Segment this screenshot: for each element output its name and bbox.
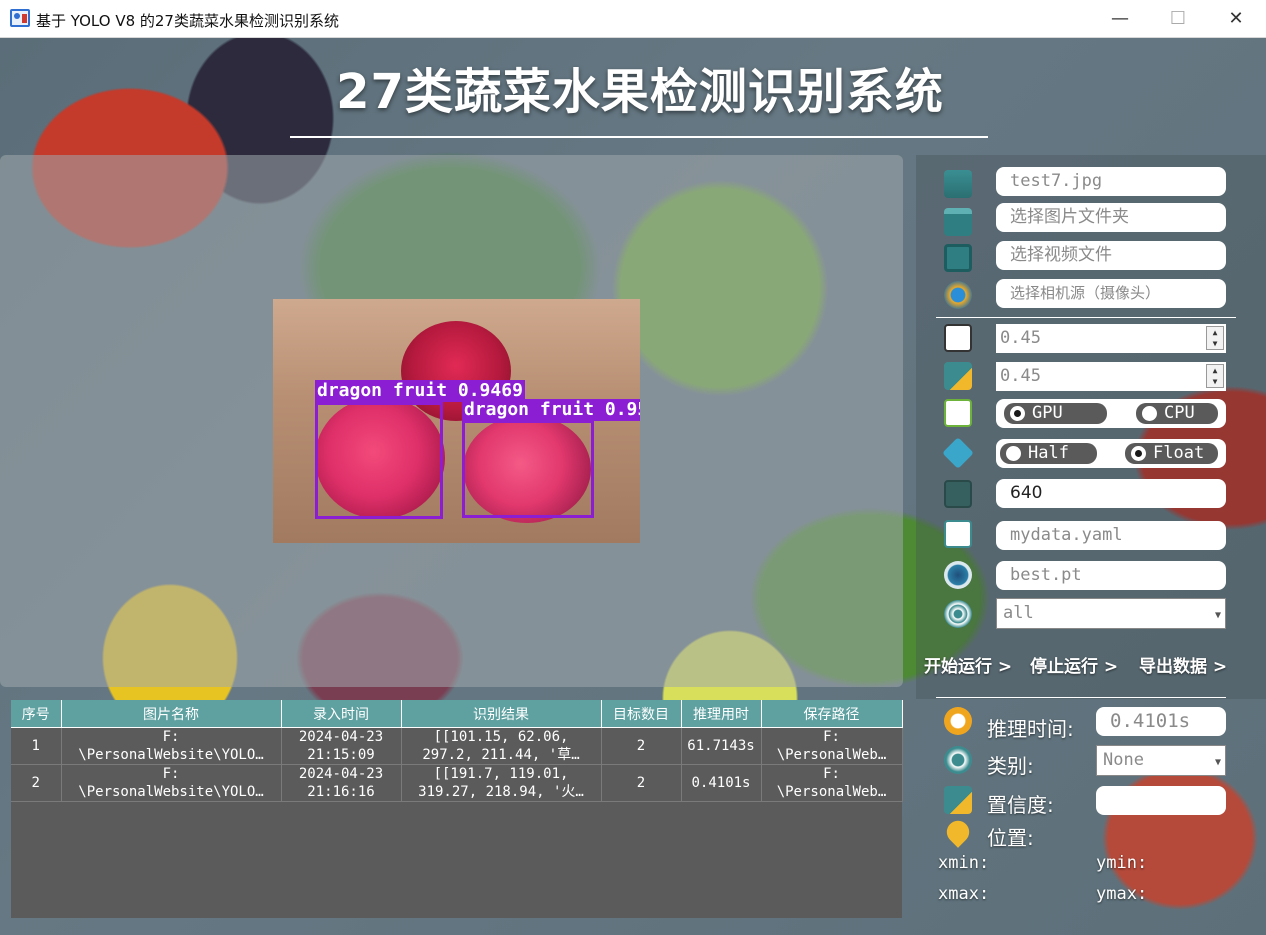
- iou-value: 0.45: [1000, 366, 1041, 386]
- app-title: 27类蔬菜水果检测识别系统: [336, 64, 944, 120]
- class-select[interactable]: None ▼: [1096, 745, 1226, 776]
- cpu-radio[interactable]: CPU: [1136, 403, 1218, 424]
- col-header-target-count[interactable]: 目标数目: [601, 700, 682, 728]
- table-cell: 61.7143s: [687, 738, 755, 754]
- confidence-label: 置信度:: [987, 793, 1054, 817]
- half-radio-label: Half: [1028, 443, 1069, 463]
- gpu-radio-dot: [1010, 406, 1025, 421]
- maximize-button[interactable]: ☐: [1149, 0, 1207, 38]
- class-icon: [944, 746, 972, 774]
- table-cell: 0.4101s: [691, 775, 751, 791]
- stop-button[interactable]: 停止运行 >: [1030, 652, 1118, 677]
- image-size-icon: [944, 480, 972, 508]
- video-icon[interactable]: [944, 244, 972, 272]
- col-header-result[interactable]: 识别结果: [401, 700, 602, 728]
- table-cell: 2024-04-23 21:15:09: [298, 729, 384, 763]
- separator: [936, 697, 1226, 698]
- detection-result-image: dragon fruit 0.9469 dragon fruit 0.95: [273, 299, 640, 543]
- image-file-input[interactable]: test7.jpg: [996, 167, 1226, 196]
- window-title: 基于 YOLO V8 的27类蔬菜水果检测识别系统: [36, 12, 339, 30]
- table-row[interactable]: 2 F: \PersonalWebsite\YOLO… 2024-04-23 2…: [11, 764, 903, 802]
- position-label: 位置:: [987, 826, 1034, 850]
- weights-icon[interactable]: [944, 561, 972, 589]
- class-filter-select[interactable]: all ▼: [996, 598, 1226, 629]
- confidence-spinbox[interactable]: 0.45 ▲ ▼: [996, 324, 1226, 353]
- data-yaml-input[interactable]: mydata.yaml: [996, 521, 1226, 550]
- col-header-image-name[interactable]: 图片名称: [61, 700, 282, 728]
- infer-time-label: 推理时间:: [987, 717, 1074, 741]
- table-row[interactable]: 1 F: \PersonalWebsite\YOLO… 2024-04-23 2…: [11, 727, 903, 765]
- class-select-value: None: [1103, 750, 1144, 770]
- col-header-index[interactable]: 序号: [11, 700, 62, 728]
- detection-box-2: [462, 420, 594, 518]
- xmin-label: xmin:: [938, 853, 990, 873]
- confidence-info-icon: [944, 786, 972, 814]
- chevron-down-icon: ▼: [1214, 757, 1221, 768]
- detection-label-2: dragon fruit 0.95: [462, 399, 640, 421]
- nvidia-gpu-icon: [944, 399, 972, 427]
- chevron-down-icon: ▼: [1214, 610, 1221, 621]
- image-size-input[interactable]: 640: [996, 479, 1226, 508]
- target-icon: [944, 600, 972, 628]
- xmax-label: xmax:: [938, 884, 990, 904]
- iou-stepper[interactable]: ▲ ▼: [1206, 364, 1224, 388]
- timer-icon: [944, 707, 972, 735]
- start-button[interactable]: 开始运行 >: [924, 652, 1012, 677]
- confidence-value-field: [1096, 786, 1226, 815]
- device-radio-group: GPU CPU: [996, 399, 1226, 428]
- table-cell: 2: [636, 775, 646, 791]
- class-label: 类别:: [987, 754, 1034, 778]
- app-icon: [10, 9, 30, 27]
- table-cell: F: \PersonalWebsite\YOLO…: [78, 766, 264, 800]
- table-cell: F: \PersonalWeb…: [776, 729, 887, 763]
- table-cell: 2024-04-23 21:16:16: [298, 766, 384, 800]
- video-file-input[interactable]: 选择视频文件: [996, 241, 1226, 270]
- gpu-radio[interactable]: GPU: [1004, 403, 1107, 424]
- table-cell: [[191.7, 119.01, 319.27, 218.94, '火…: [418, 766, 584, 800]
- title-underline: [290, 136, 988, 138]
- col-header-save-path[interactable]: 保存路径: [761, 700, 903, 728]
- table-cell: F: \PersonalWeb…: [776, 766, 887, 800]
- iou-spinbox[interactable]: 0.45 ▲ ▼: [996, 362, 1226, 391]
- table-header-row: 序号 图片名称 录入时间 识别结果 目标数目 推理用时 保存路径: [11, 700, 903, 728]
- cpu-radio-label: CPU: [1164, 403, 1195, 423]
- precision-radio-group: Half Float: [996, 439, 1226, 468]
- image-file-icon[interactable]: [944, 170, 972, 198]
- float-radio-dot: [1131, 446, 1146, 461]
- half-radio[interactable]: Half: [1000, 443, 1097, 464]
- folder-icon[interactable]: [944, 208, 972, 236]
- export-button[interactable]: 导出数据 >: [1139, 652, 1227, 677]
- table-cell: 2: [636, 738, 646, 754]
- half-radio-dot: [1006, 446, 1021, 461]
- float-radio-label: Float: [1153, 443, 1205, 463]
- ymax-label: ymax:: [1096, 884, 1148, 904]
- table-cell: 1: [31, 738, 40, 754]
- cpu-radio-dot: [1142, 406, 1157, 421]
- detection-box-1: [315, 402, 443, 519]
- confidence-icon: [944, 324, 972, 352]
- confidence-stepper[interactable]: ▲ ▼: [1206, 326, 1224, 350]
- camera-icon[interactable]: [944, 281, 972, 309]
- iou-icon: [944, 362, 972, 390]
- separator: [936, 317, 1236, 318]
- minimize-button[interactable]: —: [1091, 0, 1149, 38]
- table-cell: F: \PersonalWebsite\YOLO…: [78, 729, 264, 763]
- col-header-infer-time[interactable]: 推理用时: [681, 700, 762, 728]
- title-bar: 基于 YOLO V8 的27类蔬菜水果检测识别系统 — ☐ ✕: [0, 0, 1266, 38]
- float-radio[interactable]: Float: [1125, 443, 1218, 464]
- close-button[interactable]: ✕: [1207, 0, 1265, 38]
- weights-input[interactable]: best.pt: [996, 561, 1226, 590]
- image-folder-input[interactable]: 选择图片文件夹: [996, 203, 1226, 232]
- infer-time-value: 0.4101s: [1096, 707, 1226, 736]
- confidence-value: 0.45: [1000, 328, 1041, 348]
- camera-input[interactable]: 选择相机源（摄像头）: [996, 279, 1226, 308]
- results-table[interactable]: 序号 图片名称 录入时间 识别结果 目标数目 推理用时 保存路径 1 F: \P…: [11, 700, 903, 918]
- gpu-radio-label: GPU: [1032, 403, 1063, 423]
- table-cell: 2: [31, 775, 40, 791]
- col-header-entry-time[interactable]: 录入时间: [281, 700, 402, 728]
- class-filter-value: all: [1003, 603, 1034, 623]
- table-cell: [[101.15, 62.06, 297.2, 211.44, '草…: [422, 729, 580, 763]
- yaml-file-icon[interactable]: [944, 520, 972, 548]
- ymin-label: ymin:: [1096, 853, 1148, 873]
